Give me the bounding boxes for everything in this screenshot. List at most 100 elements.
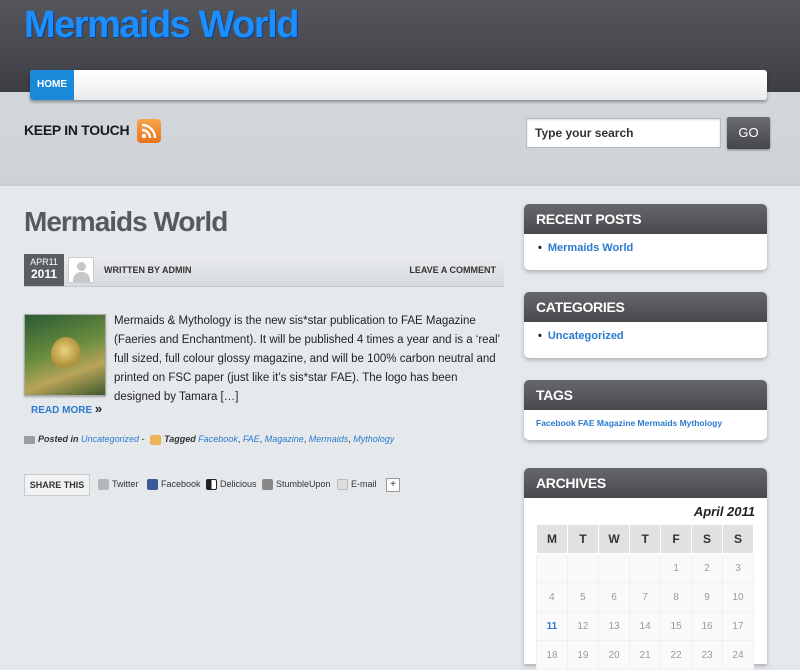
- author-avatar: [68, 257, 94, 283]
- avatar-body: [73, 272, 90, 282]
- calendar-day: 6: [597, 582, 631, 612]
- tag-cloud[interactable]: Facebook FAE Magazine Mermaids Mythology: [524, 410, 767, 436]
- stumbleupon-icon: [262, 479, 273, 491]
- post-meta-bar: APR11 2011 WRITTEN BY ADMIN LEAVE A COMM…: [24, 254, 504, 287]
- calendar-day: 22: [660, 640, 693, 670]
- calendar-day: 23: [691, 640, 723, 670]
- weekday-header: W: [597, 524, 631, 554]
- read-more-arrow-icon: »: [94, 401, 103, 416]
- recent-post-link[interactable]: Mermaids World: [538, 242, 767, 254]
- share-delicious-button[interactable]: Delicious: [206, 479, 257, 491]
- archives-title: ARCHIVES: [524, 468, 767, 498]
- email-icon: [337, 479, 348, 491]
- calendar-day: 1: [660, 553, 693, 583]
- calendar-day: 14: [629, 611, 662, 641]
- twitter-icon: [98, 479, 109, 491]
- tags-title: TAGS: [524, 380, 767, 410]
- post-taxonomy: Posted in Uncategorized - Tagged Faceboo…: [24, 434, 394, 445]
- share-facebook-button[interactable]: Facebook: [147, 479, 201, 491]
- post-date: APR11 2011: [24, 254, 64, 286]
- read-more-label[interactable]: READ MORE: [31, 405, 92, 416]
- calendar-week: 11 12 13 14 15 16 17: [536, 611, 755, 641]
- calendar-day: 10: [721, 582, 755, 612]
- weekday-header: S: [721, 524, 755, 554]
- recent-posts-title: RECENT POSTS: [524, 204, 767, 234]
- calendar-day: 21: [629, 640, 662, 670]
- calendar-day: 9: [691, 582, 723, 612]
- tag-link[interactable]: FAE: [243, 434, 260, 444]
- weekday-header: S: [691, 524, 723, 554]
- keep-in-touch-label: KEEP IN TOUCH: [24, 122, 130, 138]
- weekday-header: M: [536, 524, 568, 554]
- share-email-button[interactable]: E-mail: [337, 479, 377, 491]
- archives-widget: ARCHIVES April 2011 M T W T F S S 123456…: [524, 468, 767, 670]
- calendar-week: 4 5 6 7 8 9 10: [536, 582, 755, 612]
- calendar-day: 17: [721, 611, 755, 641]
- calendar-table: M T W T F S S 1 2 3 4 5 6 7 8 9 10 11 12 13 14 15 16 17 1…: [536, 524, 755, 670]
- tagged-label: Tagged: [164, 434, 196, 444]
- search-input[interactable]: [526, 118, 721, 148]
- categories-title: CATEGORIES: [524, 292, 767, 322]
- weekday-header: T: [566, 524, 599, 554]
- read-more-link[interactable]: READ MORE »: [31, 401, 102, 416]
- folder-icon: [24, 435, 35, 444]
- calendar-day: 15: [660, 611, 693, 641]
- calendar-day: 20: [597, 640, 631, 670]
- separator: -: [141, 434, 145, 444]
- calendar-day: 13: [597, 611, 631, 641]
- share-stumbleupon-button[interactable]: StumbleUpon: [262, 479, 331, 491]
- calendar-week: 18 19 20 21 22 23 24: [536, 640, 755, 670]
- delicious-icon: [206, 479, 217, 491]
- calendar-empty-cell: [597, 553, 631, 583]
- post-excerpt: Mermaids & Mythology is the new sis*star…: [114, 315, 500, 403]
- facebook-icon: [147, 479, 158, 491]
- post-date-month-day: APR11: [30, 257, 58, 267]
- post-author[interactable]: WRITTEN BY ADMIN: [104, 265, 192, 275]
- post-title[interactable]: Mermaids World: [24, 206, 228, 238]
- share-more-button[interactable]: +: [386, 478, 400, 492]
- calendar-day: 19: [566, 640, 599, 670]
- calendar-day: 18: [536, 640, 568, 670]
- thumbnail-figure: [51, 337, 81, 371]
- calendar-day: 16: [691, 611, 723, 641]
- share-stumbleupon-label: StumbleUpon: [276, 479, 331, 489]
- calendar-day: 5: [566, 582, 599, 612]
- navbar: HOME: [30, 70, 767, 100]
- calendar-day[interactable]: 11: [536, 611, 568, 641]
- calendar-empty-cell: [536, 553, 568, 583]
- tag-link[interactable]: Mythology: [353, 434, 394, 444]
- share-twitter-label: Twitter: [112, 479, 139, 489]
- post-date-year: 2011: [30, 267, 58, 281]
- avatar-head: [77, 262, 86, 271]
- weekday-header: F: [660, 524, 693, 554]
- share-this-label: SHARE THIS: [24, 474, 90, 496]
- nav-home-link[interactable]: HOME: [30, 70, 74, 100]
- calendar-day: 24: [721, 640, 755, 670]
- calendar-day: 4: [536, 582, 568, 612]
- calendar-day: 2: [691, 553, 723, 583]
- rss-icon[interactable]: [137, 119, 161, 143]
- calendar-day: 12: [566, 611, 599, 641]
- post-thumbnail[interactable]: [24, 314, 106, 396]
- calendar-week: 123: [536, 553, 755, 583]
- site-title[interactable]: Mermaids World: [24, 4, 299, 47]
- calendar-day: 3: [721, 553, 755, 583]
- weekday-header: T: [629, 524, 662, 554]
- category-link[interactable]: Uncategorized: [538, 330, 767, 342]
- category-link[interactable]: Uncategorized: [81, 434, 139, 444]
- calendar-day: 7: [629, 582, 662, 612]
- leave-comment-link[interactable]: LEAVE A COMMENT: [409, 265, 496, 275]
- header: Mermaids World HOME KEEP IN TOUCH GO: [0, 0, 800, 186]
- tag-link[interactable]: Mermaids: [309, 434, 349, 444]
- search-go-button[interactable]: GO: [727, 117, 770, 149]
- calendar-empty-cell: [566, 553, 599, 583]
- share-twitter-button[interactable]: Twitter: [98, 479, 139, 491]
- tags-widget: TAGS Facebook FAE Magazine Mermaids Myth…: [524, 380, 767, 440]
- posted-in-label: Posted in: [38, 434, 79, 444]
- share-bar: SHARE THIS Twitter Facebook Delicious St…: [24, 474, 504, 496]
- tag-link[interactable]: Facebook: [198, 434, 238, 444]
- tag-link[interactable]: Magazine: [265, 434, 304, 444]
- share-delicious-label: Delicious: [220, 479, 257, 489]
- calendar-empty-cell: [629, 553, 662, 583]
- calendar-day: 8: [660, 582, 693, 612]
